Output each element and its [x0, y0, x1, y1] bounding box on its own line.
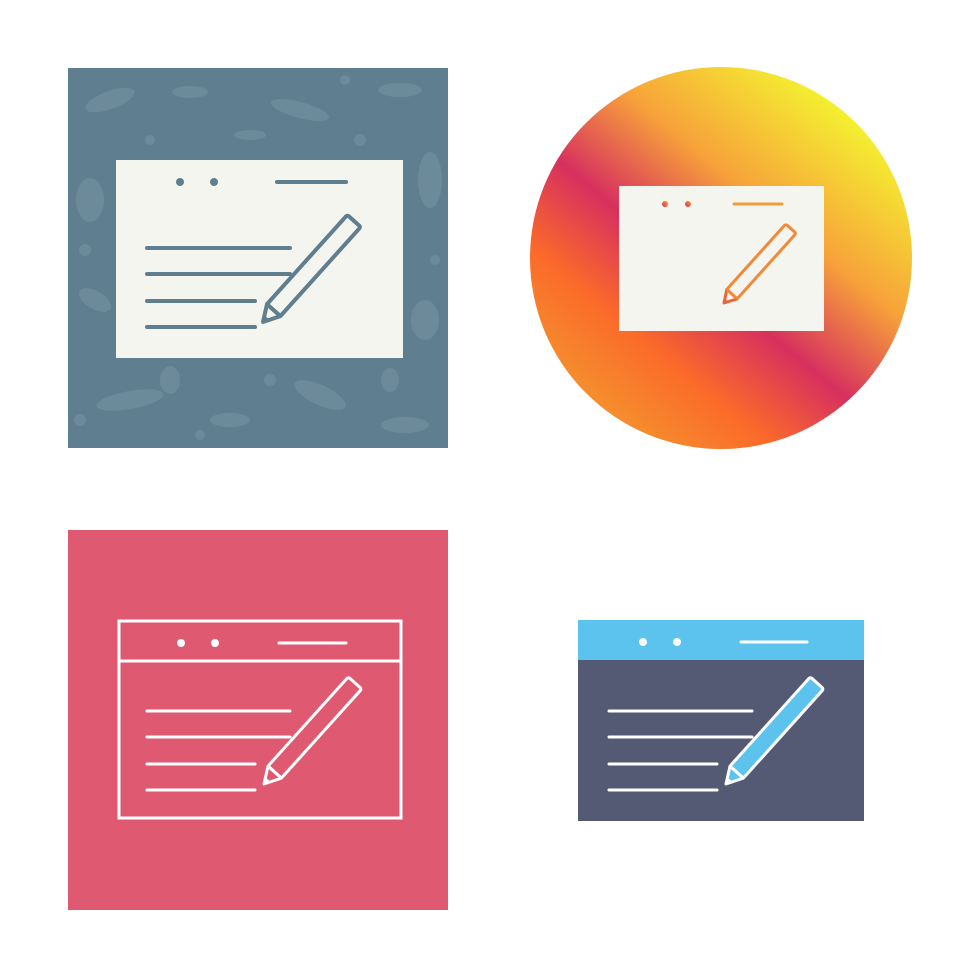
browser-window	[578, 660, 864, 821]
icon-set-canvas	[68, 67, 912, 910]
window-dot	[211, 639, 219, 647]
icon-set-sheet	[0, 0, 980, 980]
window-dot	[639, 638, 647, 646]
outline-square-icon	[68, 530, 448, 910]
window-dot	[662, 201, 668, 207]
glyph-textured-square-icon	[68, 68, 448, 448]
tile-background	[68, 530, 448, 910]
window-dot	[673, 638, 681, 646]
window-dot	[685, 201, 691, 207]
window-title-strip	[578, 620, 864, 660]
window-dot	[177, 639, 185, 647]
glyph-gradient-circle-icon	[530, 67, 912, 449]
window-dot	[210, 178, 218, 186]
window-dot	[176, 178, 184, 186]
flat-two-tone-icon	[578, 620, 864, 821]
